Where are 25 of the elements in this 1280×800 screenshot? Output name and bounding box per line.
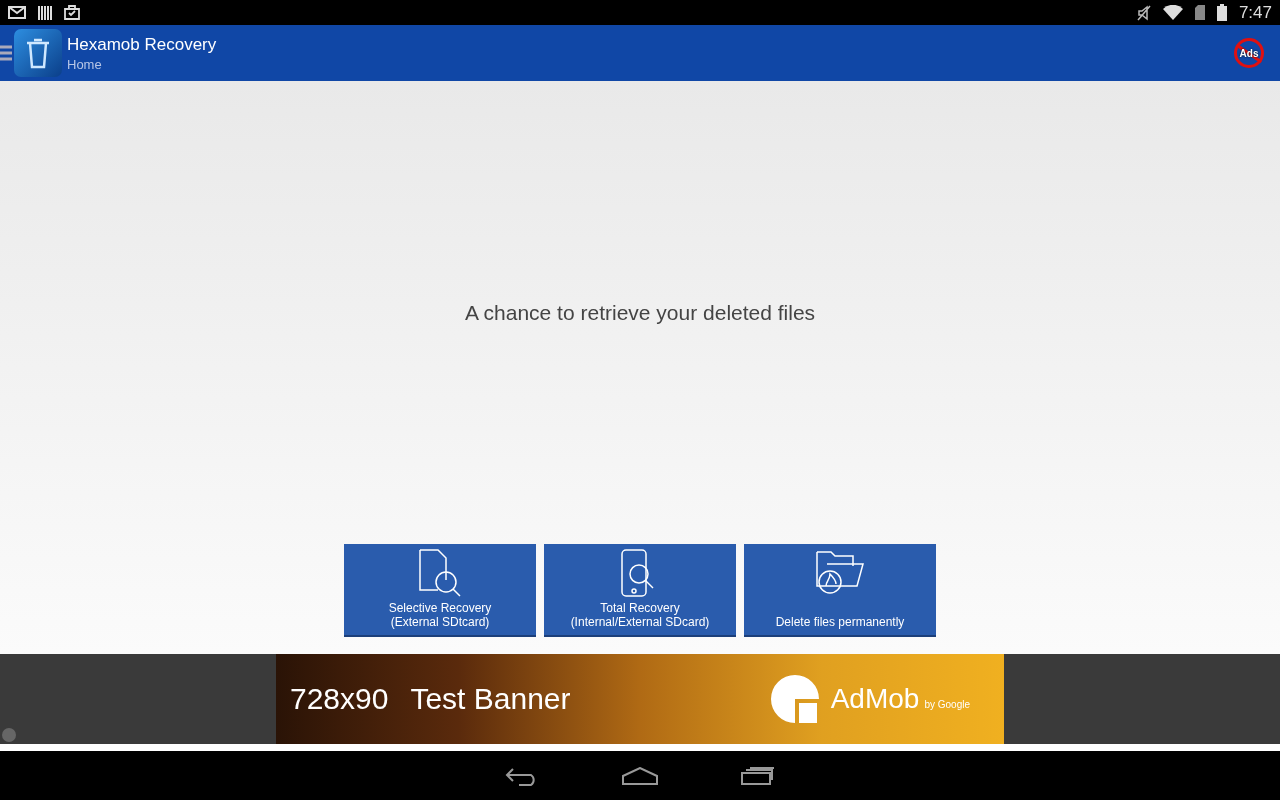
recent-apps-icon[interactable] [741, 766, 775, 785]
ad-size-text: 728x90 [290, 682, 389, 716]
folder-fire-icon [814, 548, 866, 596]
headline: A chance to retrieve your deleted files [464, 301, 816, 325]
battery-icon [1216, 4, 1227, 21]
ad-banner[interactable]: 728x90 Test Banner AdMob by Google [276, 654, 1004, 744]
sim-icon [1194, 5, 1205, 20]
app-subtitle: Home [67, 56, 103, 72]
trash-logo-icon[interactable] [14, 29, 62, 77]
barcode-icon [38, 5, 52, 20]
menu-icon[interactable] [0, 44, 12, 62]
home-icon[interactable] [621, 766, 659, 785]
action-button[interactable]: Total Recovery (Internal/External SDcard) [544, 544, 736, 637]
action-button[interactable]: Selective Recovery (External SDtcard) [344, 544, 536, 637]
admob-logo-icon [768, 673, 819, 725]
ad-byline: by Google [924, 698, 970, 710]
clock-time: 7:47 [1238, 2, 1272, 23]
clipboard-check-icon [64, 5, 80, 20]
app-title: Hexamob Recovery [67, 34, 217, 55]
ad-brand: AdMob [830, 683, 920, 715]
mail-icon [8, 6, 26, 19]
ad-label: Test Banner [410, 682, 571, 716]
muted-icon [1136, 4, 1151, 21]
action-button[interactable]: Delete files permanently [744, 544, 936, 637]
wifi-icon [1162, 5, 1183, 20]
